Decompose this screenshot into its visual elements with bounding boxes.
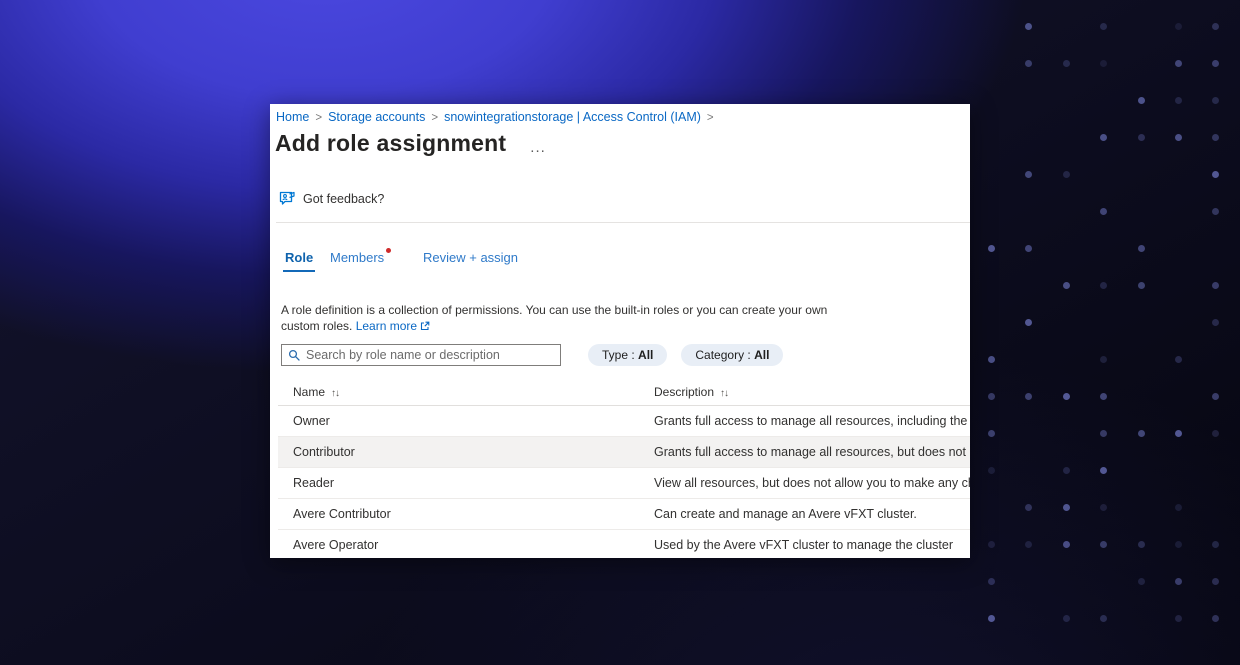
role-description: View all resources, but does not allow y…	[654, 476, 970, 490]
tab-role[interactable]: Role	[285, 250, 313, 265]
role-search-box[interactable]	[281, 344, 561, 366]
feedback-icon	[279, 191, 296, 206]
members-alert-dot	[386, 248, 391, 253]
sort-icon-name[interactable]: ↑↓	[331, 388, 339, 399]
intro-line1: A role definition is a collection of per…	[281, 302, 827, 318]
tab-members-label: Members	[330, 250, 384, 265]
column-header-description-label: Description	[654, 385, 714, 399]
roles-table: Name ↑↓ Description ↑↓ Owner Grants full a…	[278, 378, 970, 558]
breadcrumb-separator: >	[431, 112, 438, 124]
header-divider	[276, 222, 970, 223]
got-feedback-link[interactable]: Got feedback?	[279, 191, 384, 206]
filter-type-pill[interactable]: Type : All	[588, 344, 667, 366]
role-definition-intro: A role definition is a collection of per…	[281, 302, 827, 334]
role-row-contributor[interactable]: Contributor Grants full access to manage…	[278, 437, 970, 468]
role-search-input[interactable]	[306, 348, 554, 362]
role-name: Contributor	[278, 445, 654, 459]
role-row-owner[interactable]: Owner Grants full access to manage all r…	[278, 406, 970, 437]
sort-icon-description[interactable]: ↑↓	[720, 388, 728, 399]
column-header-name[interactable]: Name ↑↓	[278, 385, 654, 399]
filter-category-value: All	[754, 348, 769, 362]
page-title: Add role assignment	[275, 130, 506, 157]
breadcrumb: Home > Storage accounts > snowintegrationsto…	[276, 110, 720, 124]
pill-separator: :	[628, 348, 638, 362]
breadcrumb-resource-iam[interactable]: snowintegrationstorage | Access Control …	[444, 110, 701, 124]
filter-type-value: All	[638, 348, 653, 362]
breadcrumb-storage-accounts[interactable]: Storage accounts	[328, 110, 425, 124]
role-name: Avere Operator	[278, 538, 654, 552]
desktop-background: Home > Storage accounts > snowintegrationsto…	[0, 0, 1240, 665]
column-header-name-label: Name	[293, 385, 325, 399]
role-description: Used by the Avere vFXT cluster to manage…	[654, 538, 970, 552]
tab-members[interactable]: Members	[330, 250, 391, 265]
role-name: Owner	[278, 414, 654, 428]
filter-controls: Type : All Category : All	[281, 344, 783, 366]
filter-type-label: Type	[602, 348, 628, 362]
role-name: Avere Contributor	[278, 507, 654, 521]
role-row-avere-operator[interactable]: Avere Operator Used by the Avere vFXT cl…	[278, 530, 970, 558]
role-description: Can create and manage an Avere vFXT clus…	[654, 507, 970, 521]
filter-category-pill[interactable]: Category : All	[681, 344, 783, 366]
more-options-button[interactable]: ...	[530, 135, 546, 153]
external-link-icon	[420, 321, 430, 331]
role-row-reader[interactable]: Reader View all resources, but does not …	[278, 468, 970, 499]
role-row-avere-contributor[interactable]: Avere Contributor Can create and manage …	[278, 499, 970, 530]
search-icon	[288, 349, 300, 361]
title-row: Add role assignment ...	[275, 130, 546, 157]
pill-separator: :	[744, 348, 754, 362]
role-description: Grants full access to manage all resourc…	[654, 445, 970, 459]
intro-line2: custom roles.	[281, 319, 352, 333]
tab-review-assign-label: Review + assign	[423, 250, 518, 265]
tab-review-assign[interactable]: Review + assign	[423, 250, 518, 265]
breadcrumb-separator: >	[707, 112, 714, 124]
filter-category-label: Category	[695, 348, 744, 362]
active-tab-underline	[283, 270, 315, 273]
column-header-description[interactable]: Description ↑↓	[654, 385, 970, 399]
breadcrumb-home[interactable]: Home	[276, 110, 309, 124]
add-role-assignment-panel: Home > Storage accounts > snowintegrationsto…	[270, 104, 970, 558]
role-name: Reader	[278, 476, 654, 490]
roles-table-header: Name ↑↓ Description ↑↓	[278, 378, 970, 406]
role-description: Grants full access to manage all resourc…	[654, 414, 970, 428]
learn-more-link[interactable]: Learn more	[356, 319, 417, 333]
tab-role-label: Role	[285, 250, 313, 265]
breadcrumb-separator: >	[315, 112, 322, 124]
got-feedback-label: Got feedback?	[303, 192, 384, 206]
